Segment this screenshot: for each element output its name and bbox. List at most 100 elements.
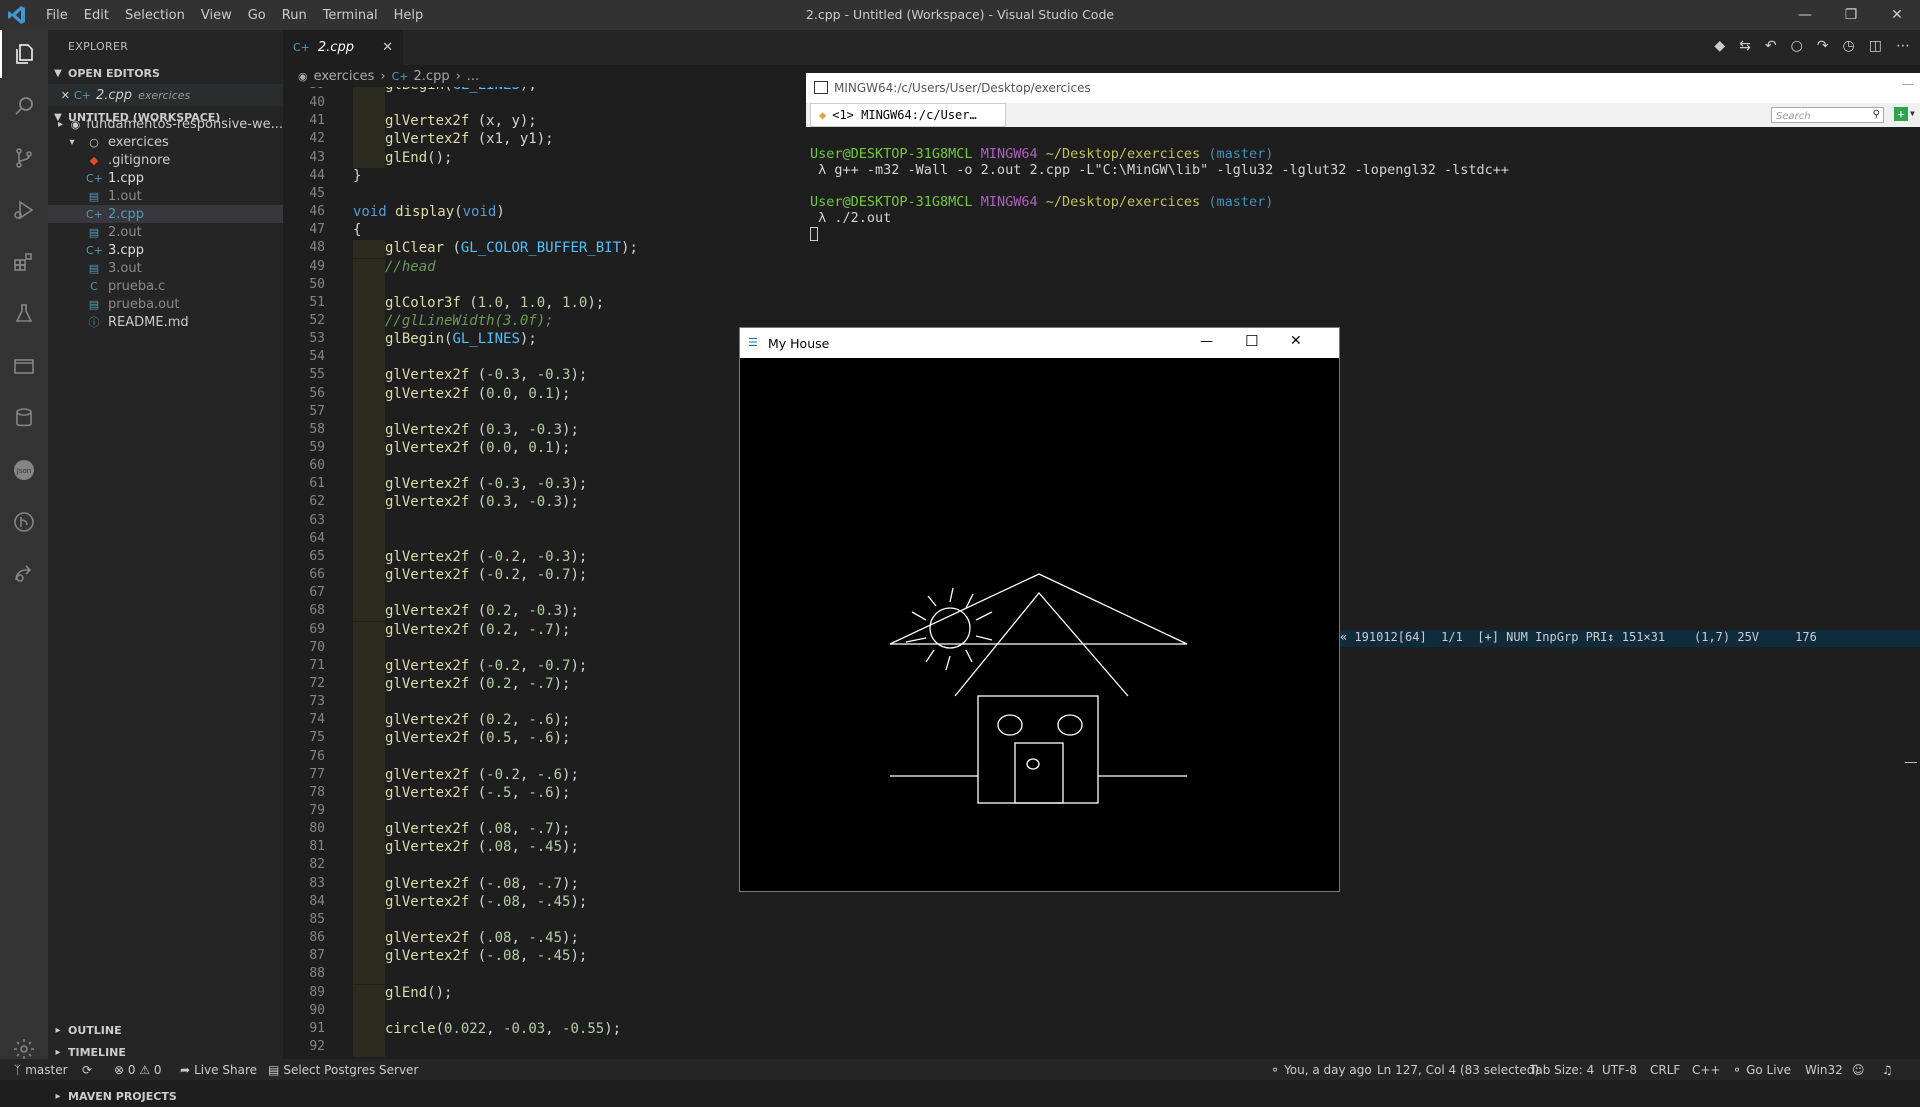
code-line: glVertex2f (-0.3, -0.3); [385,476,588,493]
database-icon[interactable] [0,394,48,442]
notifications-bell-icon[interactable]: ♫ [1882,1059,1893,1080]
branch-indicator[interactable]: ᛉ master [14,1059,68,1080]
language-mode[interactable]: C++ [1692,1059,1721,1080]
platform[interactable]: Win32 [1805,1059,1843,1080]
live-share-icon: ➦ [180,1062,191,1077]
breadcrumb-item[interactable]: ... [467,69,479,84]
line-number: 70 [309,639,325,655]
search-icon[interactable] [0,82,48,130]
sun-rays [905,587,993,671]
code-line: glVertex2f (-0.2, -0.7); [385,657,588,674]
breadcrumb-item[interactable]: 2.cpp [414,69,450,84]
line-number: 47 [309,222,325,238]
indent-guide [353,839,385,858]
menu-item-view[interactable]: View [193,8,240,23]
tree-item-2-out[interactable]: ▤ 2.out [48,223,283,241]
line-number: 62 [309,494,325,510]
chevron-down-icon[interactable]: ▼ [1910,109,1915,118]
explorer-icon[interactable] [0,30,50,78]
database-icon: ▤ [268,1062,280,1077]
history-icon[interactable]: ◷ [1843,38,1855,54]
menu-item-file[interactable]: File [38,8,76,23]
sync-button[interactable]: ⟳ [82,1059,92,1080]
previous-change-icon[interactable]: ○ [1791,38,1803,54]
new-console-button[interactable]: + [1894,107,1908,121]
tree-item-readme-md[interactable]: ⓘ README.md [48,313,283,331]
postgres-server-button[interactable]: ▤ Select Postgres Server [268,1059,418,1080]
tree-item-1-cpp[interactable]: C+ 1.cpp [48,169,283,187]
tree-item-gitignore[interactable]: ◆ .gitignore [48,151,283,169]
tree-item-2-cpp[interactable]: C+ 2.cpp [48,205,283,223]
json-icon[interactable]: Json [0,446,48,494]
file-icon: ▤ [88,189,100,203]
git-graph-icon[interactable] [0,498,48,546]
go-back-icon[interactable]: ↶ [1765,38,1777,54]
indent-guide [353,458,385,477]
tree-item-exercices[interactable]: ▾ ○ exercices [48,133,283,151]
maximize-button[interactable]: ☐ [1245,332,1258,350]
tree-item-3-out[interactable]: ▤ 3.out [48,259,283,277]
tree-item-prueba-out[interactable]: ▤ prueba.out [48,295,283,313]
tree-item-3-cpp[interactable]: C+ 3.cpp [48,241,283,259]
code-line: glVertex2f (0.2, -.7); [385,621,571,638]
go-forward-icon[interactable]: ↷ [1817,38,1829,54]
line-number: 71 [309,657,325,673]
line-number: 76 [309,748,325,764]
menu-item-selection[interactable]: Selection [117,8,193,23]
close-button[interactable]: ✕ [1290,333,1302,349]
tab-size[interactable]: Tab Size: 4 [1530,1059,1594,1080]
run-debug-icon[interactable] [0,186,48,234]
open-editor-item[interactable]: ✕ C+ 2.cpp exercices [48,84,283,106]
split-editor-icon[interactable]: ◫ [1869,38,1882,54]
menu-item-help[interactable]: Help [386,8,432,23]
chevron-down-icon: ▼ [54,67,62,79]
tab-2cpp[interactable]: C+ 2.cpp ✕ [283,30,403,65]
terminal-title-bar: MINGW64:/c/Users/User/Desktop/exercices … [806,73,1920,103]
tree-item-1-out[interactable]: ▤ 1.out [48,187,283,205]
code-editor[interactable]: 39 glBegin(GL_LINES); 40 41 glVertex2f (x, y… [283,87,803,1059]
testing-icon[interactable] [0,290,48,338]
terminal-status-line: « 191012[64] 1/1 [+] NUM InpGrp PRI↕ 151… [1340,630,1920,647]
extensions-icon[interactable] [0,238,48,286]
breadcrumb-item[interactable]: exercices [314,69,375,84]
menu-item-go[interactable]: Go [240,8,274,23]
section-maven-projects[interactable]: ▸ MAVEN PROJECTS [48,1085,283,1107]
feedback-icon[interactable]: ☺ [1852,1059,1865,1080]
minimize-button[interactable]: — [1782,0,1828,30]
restore-button[interactable]: ❐ [1828,0,1874,30]
minimize-button[interactable]: — [1200,334,1213,349]
indent-guide [353,331,385,350]
remote-explorer-icon[interactable] [0,342,48,390]
line-number: 86 [309,930,325,946]
line-endings[interactable]: CRLF [1650,1059,1680,1080]
terminal-search-input[interactable]: Search ⚲ [1771,107,1884,123]
problems-indicator[interactable]: ⊗ 0 ⚠ 0 [114,1059,162,1080]
menu-item-terminal[interactable]: Terminal [315,8,386,23]
live-share-icon[interactable] [0,550,48,598]
indent-guide [353,1020,385,1039]
more-actions-icon[interactable]: ⋯ [1896,38,1910,54]
menu-item-run[interactable]: Run [274,8,315,23]
tree-item-prueba-c[interactable]: Cprueba.c [48,277,283,295]
close-button[interactable]: ✕ [1874,0,1920,30]
section-outline[interactable]: ▸ OUTLINE [48,1019,283,1041]
line-number: 82 [309,857,325,873]
close-tab-icon[interactable]: ✕ [382,40,393,55]
minimize-button[interactable]: — [1902,77,1914,91]
search-icon[interactable]: ⚲ [1873,109,1880,120]
cursor-position[interactable]: Ln 127, Col 4 (83 selected) [1377,1059,1539,1080]
compare-changes-icon[interactable]: ⇆ [1739,38,1751,54]
git-lens-icon[interactable]: ◆ [1714,38,1725,54]
menu-item-edit[interactable]: Edit [76,8,117,23]
git-blame-indicator[interactable]: ⚬ You, a day ago [1270,1059,1372,1080]
terminal-tab[interactable]: ◆ <1> MINGW64:/c/User… [810,103,1006,127]
opengl-window[interactable]: ☰ My House — ☐ ✕ [739,327,1340,892]
encoding[interactable]: UTF-8 [1602,1059,1637,1080]
close-icon[interactable]: ✕ [48,89,74,102]
breadcrumb: ◉ exercices › C+ 2.cpp › ... [283,65,803,87]
live-share-button[interactable]: ➦ Live Share [180,1059,257,1080]
source-control-icon[interactable] [0,134,48,182]
go-live-button[interactable]: ⚬ Go Live [1732,1059,1791,1080]
open-editors-section[interactable]: ▼ OPEN EDITORS [48,62,283,84]
tree-item-fundamentos-responsive-we[interactable]: ▸ ◉ fundamentos-responsive-we... [48,115,283,133]
